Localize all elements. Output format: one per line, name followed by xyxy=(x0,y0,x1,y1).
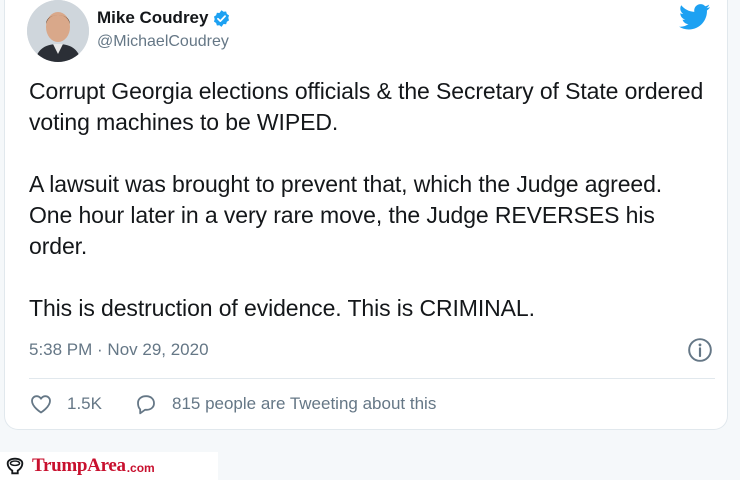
tweet-text: Corrupt Georgia elections officials & th… xyxy=(29,76,709,324)
author-display-name[interactable]: Mike Coudrey xyxy=(97,8,208,28)
conversation-text: 815 people are Tweeting about this xyxy=(171,394,437,413)
toilet-logo-icon xyxy=(6,457,24,475)
heart-icon xyxy=(31,395,51,414)
author-name-row[interactable]: Mike Coudrey xyxy=(97,8,231,28)
tweet-paragraph: A lawsuit was brought to prevent that, w… xyxy=(29,171,663,259)
like-button[interactable]: 1.5K xyxy=(29,392,102,416)
speech-bubble-icon xyxy=(137,395,155,415)
info-icon[interactable] xyxy=(687,337,713,363)
twitter-bird-icon[interactable] xyxy=(679,4,711,30)
watermark-brand: TrumpArea xyxy=(32,455,126,476)
tweet-card: Mike Coudrey @MichaelCoudrey Corrupt Geo… xyxy=(4,0,728,430)
tweet-paragraph: This is destruction of evidence. This is… xyxy=(29,295,535,321)
like-count: 1.5K xyxy=(67,394,102,413)
avatar[interactable] xyxy=(27,0,89,62)
tweet-paragraph: Corrupt Georgia elections officials & th… xyxy=(29,78,704,135)
conversation-button[interactable]: 815 people are Tweeting about this xyxy=(134,392,436,416)
divider xyxy=(29,378,715,379)
watermark-suffix: .com xyxy=(126,461,155,475)
verified-badge-icon xyxy=(214,9,230,27)
tweet-timestamp[interactable]: 5:38 PM · Nov 29, 2020 xyxy=(29,340,209,360)
author-handle[interactable]: @MichaelCoudrey xyxy=(97,33,229,51)
watermark: TrumpArea .com xyxy=(0,452,218,480)
avatar-image xyxy=(27,0,89,62)
tweet-actions: 1.5K 815 people are Tweeting about this xyxy=(29,392,436,416)
